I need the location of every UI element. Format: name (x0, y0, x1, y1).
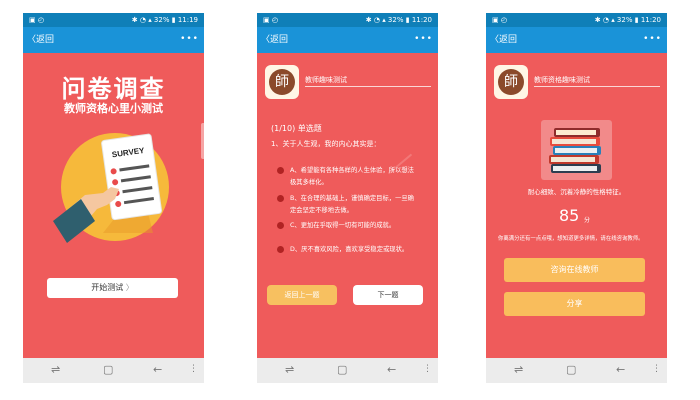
next-question-button[interactable]: 下一题 (353, 285, 423, 305)
result-description: 你离满分还有一点点哦，想知道更多详情，请在线咨询教师。 (498, 236, 644, 242)
android-nav-bar: ⇌ ▢ ← ⋮ (23, 358, 204, 383)
books-illustration (541, 120, 612, 180)
question-text: 1、关于人生观，我的内心其实是： (271, 140, 381, 148)
more-options-icon[interactable]: ••• (180, 27, 199, 51)
chevron-right-icon: 〉 (125, 283, 134, 292)
status-icons-left: ▣ ◴ (29, 16, 44, 24)
status-icons-left: ▣ ◴ (492, 16, 507, 24)
home-icon[interactable]: ▢ (103, 363, 113, 376)
more-options-icon[interactable]: ••• (414, 27, 433, 51)
scroll-edge-indicator (201, 123, 204, 159)
option-label: A、希望能有各种各样的人生体验，所以想法极其多样化。 (290, 167, 414, 186)
header-divider (305, 86, 431, 87)
back-arrow-icon[interactable]: ← (387, 363, 396, 376)
status-time: 11:19 (177, 16, 198, 24)
page-subtitle: 教师资格心里小测试 (64, 102, 163, 115)
chevron-left-icon: 〈 (27, 35, 37, 45)
back-button[interactable]: 〈返回 (261, 27, 288, 53)
back-arrow-icon[interactable]: ← (153, 363, 162, 376)
status-time: 11:20 (411, 16, 432, 24)
android-nav-bar: ⇌ ▢ ← ⋮ (486, 358, 667, 383)
radio-icon[interactable] (277, 246, 284, 253)
radio-icon[interactable] (277, 167, 284, 174)
back-button[interactable]: 〈返回 (27, 27, 54, 53)
page-title: 问卷调查 (61, 75, 166, 103)
score-unit: 分 (584, 217, 591, 224)
back-label: 返回 (270, 35, 289, 45)
back-label: 返回 (499, 35, 518, 45)
more-options-icon[interactable]: ••• (643, 27, 662, 51)
home-icon[interactable]: ▢ (566, 363, 576, 376)
status-icons-right: ✱ ◔ ▴ 32% ▮ 11:19 (131, 16, 198, 24)
result-header-title: 教师资格趣味测试 (534, 76, 590, 84)
option-label: B、在合理的基础上，谨慎确定目标，一旦确定会坚定不移地去做。 (290, 195, 414, 214)
radio-icon[interactable] (277, 222, 284, 229)
question-counter: (1/10) 单选题 (271, 124, 322, 133)
menu-dots-icon[interactable]: ⋮ (423, 364, 432, 374)
phone-screen-question: ▣ ◴ ✱ ◔ ▴ 32% ▮ 11:20 〈返回 ••• 師 教师趣味测试 (… (257, 13, 438, 383)
previous-question-button[interactable]: 返回上一题 (267, 285, 337, 305)
status-icons-left: ▣ ◴ (263, 16, 278, 24)
start-test-button[interactable]: 开始测试 〉 (47, 278, 178, 298)
option-label: D、厌不喜欢风险，喜欢享受稳定或现状。 (290, 246, 409, 253)
chevron-left-icon: 〈 (490, 35, 500, 45)
title-bar: 〈返回 ••• (257, 27, 438, 53)
share-button[interactable]: 分享 (504, 292, 645, 316)
recent-apps-icon[interactable]: ⇌ (514, 363, 523, 376)
back-button[interactable]: 〈返回 (490, 27, 517, 53)
result-score: 85 (559, 206, 580, 225)
status-time: 11:20 (640, 16, 661, 24)
menu-dots-icon[interactable]: ⋮ (189, 364, 198, 374)
phone-screen-result: ▣ ◴ ✱ ◔ ▴ 32% ▮ 11:20 〈返回 ••• 師 教师资格趣味测试… (486, 13, 667, 383)
option-label: C、更加在乎取得一切有可能的成就。 (290, 222, 396, 229)
chevron-left-icon: 〈 (261, 35, 271, 45)
menu-dots-icon[interactable]: ⋮ (652, 364, 661, 374)
status-icons-right: ✱ ◔ ▴ 32% ▮ 11:20 (594, 16, 661, 24)
recent-apps-icon[interactable]: ⇌ (51, 363, 60, 376)
android-nav-bar: ⇌ ▢ ← ⋮ (257, 358, 438, 383)
teacher-seal-icon: 師 (269, 69, 295, 95)
status-bar: ▣ ◴ ✱ ◔ ▴ 32% ▮ 11:19 (23, 13, 204, 27)
consult-teacher-button[interactable]: 咨询在线教师 (504, 258, 645, 282)
back-label: 返回 (36, 35, 55, 45)
avatar: 師 (494, 65, 528, 99)
survey-illustration: SURVEY (53, 133, 169, 243)
books-stack-icon (549, 128, 601, 173)
status-bar: ▣ ◴ ✱ ◔ ▴ 32% ▮ 11:20 (486, 13, 667, 27)
back-arrow-icon[interactable]: ← (616, 363, 625, 376)
result-trait-text: 耐心细致、沉着冷静的性格特征。 (527, 188, 626, 196)
phone-screen-survey-start: ▣ ◴ ✱ ◔ ▴ 32% ▮ 11:19 〈返回 ••• 问卷调查 教师资格心… (23, 13, 204, 383)
status-bar: ▣ ◴ ✱ ◔ ▴ 32% ▮ 11:20 (257, 13, 438, 27)
avatar: 師 (265, 65, 299, 99)
start-test-label: 开始测试 (91, 283, 124, 292)
title-bar: 〈返回 ••• (486, 27, 667, 53)
quiz-header-title: 教师趣味测试 (305, 76, 347, 84)
header-divider (534, 86, 660, 87)
radio-icon[interactable] (277, 195, 284, 202)
home-icon[interactable]: ▢ (337, 363, 347, 376)
recent-apps-icon[interactable]: ⇌ (285, 363, 294, 376)
title-bar: 〈返回 ••• (23, 27, 204, 53)
status-icons-right: ✱ ◔ ▴ 32% ▮ 11:20 (365, 16, 432, 24)
teacher-seal-icon: 師 (498, 69, 524, 95)
